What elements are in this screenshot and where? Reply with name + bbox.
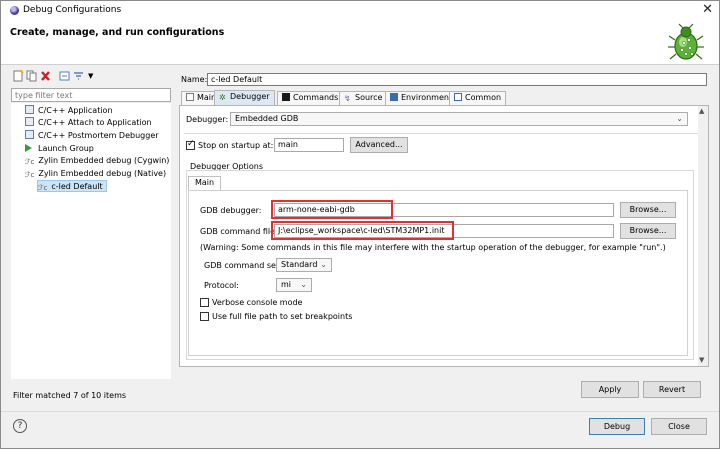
tab-environment[interactable]: Environment: [385, 91, 458, 105]
full-path-breakpoints-label: Use full file path to set breakpoints: [212, 312, 353, 321]
commands-tab-icon: [282, 93, 290, 101]
tab-common[interactable]: Common: [449, 91, 507, 105]
protocol-label: Protocol:: [204, 281, 239, 290]
protocol-select[interactable]: mi ⌄: [276, 278, 312, 292]
scroll-down-icon[interactable]: ▼: [699, 356, 704, 364]
eclipse-icon: [10, 6, 19, 15]
tree-item-cpp-attach[interactable]: C/C++ Attach to Application: [25, 117, 152, 129]
options-tab-main[interactable]: Main: [188, 176, 222, 190]
debugger-label: Debugger:: [186, 115, 229, 124]
stop-on-startup-input[interactable]: main: [274, 138, 344, 152]
stop-on-startup-checkbox[interactable]: [186, 139, 195, 150]
tree-item-cpp-postmortem[interactable]: C/C++ Postmortem Debugger: [25, 130, 159, 142]
gdb-command-set-label: GDB command set:: [204, 261, 282, 270]
banner-title: Create, manage, and run configurations: [10, 27, 225, 38]
dialog-button-bar: ? Debug Close: [1, 411, 719, 449]
source-tab-icon: ↯: [344, 94, 351, 103]
zylin-icon: ℱc: [25, 171, 35, 179]
debug-button[interactable]: Debug: [589, 418, 645, 435]
close-icon[interactable]: ✕: [702, 2, 713, 17]
configuration-editor: Name: c-led Default Main ✲ Debugger Comma…: [179, 69, 711, 406]
revert-button[interactable]: Revert: [643, 381, 701, 398]
close-button[interactable]: Close: [651, 418, 707, 435]
duplicate-icon[interactable]: [26, 70, 37, 82]
gdb-command-set-select[interactable]: Standard ⌄: [276, 258, 332, 272]
full-path-breakpoints-checkbox[interactable]: [200, 312, 209, 321]
vertical-scrollbar[interactable]: ▲ ▼: [698, 106, 708, 366]
highlight-box: [271, 221, 454, 240]
new-configuration-icon[interactable]: [13, 70, 24, 82]
filter-matched-status: Filter matched 7 of 10 items: [13, 391, 127, 400]
window-title: Debug Configurations: [23, 5, 122, 15]
chevron-down-icon[interactable]: ▼: [88, 70, 99, 82]
editor-tabs: Main ✲ Debugger Commands ↯ Source Environm…: [179, 90, 709, 105]
separator: [184, 133, 700, 134]
debug-configurations-window: Debug Configurations ✕ Create, manage, a…: [0, 0, 720, 449]
chevron-down-icon: ⌄: [320, 260, 327, 269]
launch-group-icon: [25, 144, 32, 152]
tree-item-launch-group[interactable]: Launch Group: [25, 143, 94, 155]
debugger-select[interactable]: Embedded GDB ⌄: [230, 112, 688, 126]
tab-commands[interactable]: Commands: [277, 91, 344, 105]
scroll-up-icon[interactable]: ▲: [699, 107, 704, 115]
tree-item-zylin-native[interactable]: ℱc Zylin Embedded debug (Native): [25, 168, 166, 180]
main-tab-icon: [186, 93, 194, 101]
environment-tab-icon: [390, 93, 398, 101]
chevron-down-icon: ⌄: [300, 280, 307, 289]
advanced-button[interactable]: Advanced...: [350, 137, 408, 153]
name-label: Name:: [181, 75, 208, 84]
browse-gdb-debugger-button[interactable]: Browse...: [620, 202, 676, 218]
tab-source[interactable]: ↯ Source: [339, 91, 388, 105]
verbose-console-label: Verbose console mode: [212, 298, 303, 307]
zylin-icon: ℱc: [25, 158, 35, 166]
command-file-warning: (Warning: Some commands in this file may…: [200, 243, 666, 252]
configuration-tree: C/C++ Application C/C++ Attach to Applic…: [11, 103, 171, 379]
tree-item-c-led-default[interactable]: ℱc c-led Default: [37, 180, 107, 192]
c-postmortem-icon: [25, 130, 34, 139]
verbose-console-checkbox[interactable]: [200, 298, 209, 307]
stop-on-startup-label: Stop on startup at:: [198, 141, 274, 150]
filter-input[interactable]: type filter text: [11, 88, 171, 102]
browse-command-file-button[interactable]: Browse...: [620, 223, 676, 239]
tree-item-zylin-cygwin[interactable]: ℱc Zylin Embedded debug (Cygwin): [25, 155, 169, 167]
title-bar: Debug Configurations ✕: [1, 1, 719, 21]
highlight-box: [271, 200, 393, 219]
help-icon[interactable]: ?: [13, 419, 27, 433]
gdb-debugger-label: GDB debugger:: [200, 206, 262, 215]
name-input[interactable]: c-led Default: [207, 73, 707, 86]
c-app-icon: [25, 105, 34, 114]
configuration-list-panel: ▼ type filter text C/C++ Application C/C…: [9, 69, 175, 406]
gdb-command-file-label: GDB command file:: [200, 227, 278, 236]
delete-icon[interactable]: [40, 70, 51, 82]
debugger-tab-icon: ✲: [219, 93, 226, 102]
filter-icon[interactable]: [73, 70, 84, 82]
left-toolbar: ▼: [9, 69, 175, 85]
debug-bug-icon: [668, 23, 704, 60]
common-tab-icon: [454, 93, 462, 101]
collapse-all-icon[interactable]: [59, 70, 70, 82]
tab-debugger[interactable]: ✲ Debugger: [214, 90, 275, 105]
tree-item-cpp-application[interactable]: C/C++ Application: [25, 105, 113, 117]
c-attach-icon: [25, 117, 34, 126]
banner: Create, manage, and run configurations: [1, 21, 719, 65]
debugger-tab-panel: Debugger: Embedded GDB⌄ Stop on startup …: [179, 105, 709, 367]
apply-button[interactable]: Apply: [581, 381, 639, 398]
chevron-down-icon: ⌄: [676, 114, 683, 123]
zylin-icon: ℱc: [38, 184, 48, 192]
